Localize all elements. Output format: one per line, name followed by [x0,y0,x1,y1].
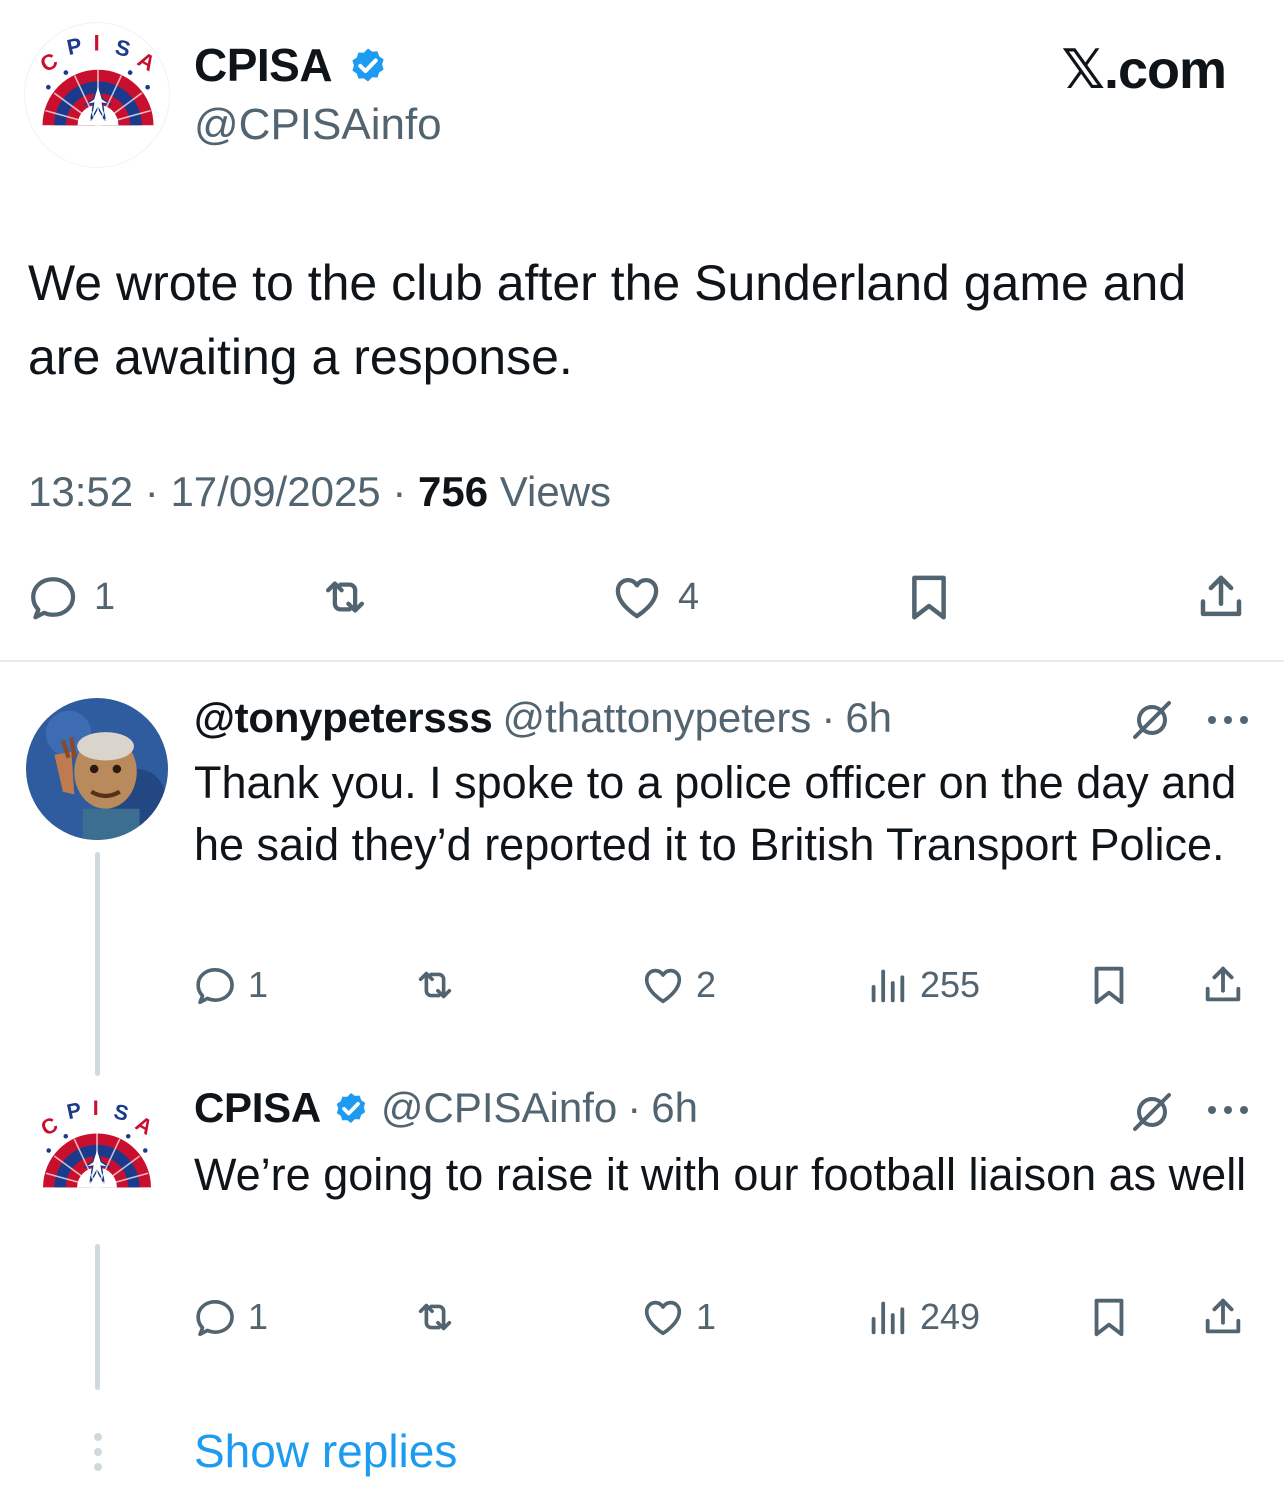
views-count: 255 [920,964,981,1005]
verified-badge-icon [346,43,390,87]
repost-button[interactable] [318,570,372,624]
svg-text:S: S [113,34,133,62]
separator: · [392,468,407,515]
reply-avatar[interactable] [26,698,168,840]
show-replies-link[interactable]: Show replies [194,1424,457,1478]
like-count: 1 [696,1296,717,1337]
author-name-row[interactable]: CPISA [194,38,390,92]
verified-badge-icon [331,1088,371,1128]
reply-header: @tonypetersss @thattonypeters · 6h [194,694,892,742]
share-icon [1200,962,1246,1008]
author-name[interactable]: CPISA [194,38,333,92]
repost-button[interactable] [412,962,458,1008]
share-button[interactable] [1200,962,1246,1008]
views-button[interactable]: 249 [864,1294,980,1340]
views-chart-icon [864,962,910,1008]
share-icon [1194,570,1248,624]
tweet-action-bar: 1 4 [0,568,1284,628]
views-chart-icon [864,1294,910,1340]
bookmark-button[interactable] [1086,1294,1132,1340]
reply-text: We’re going to raise it with our footbal… [194,1149,1247,1200]
tweet-text: We wrote to the club after the Sunderlan… [28,255,1187,385]
bookmark-icon [1086,962,1132,1008]
cpisa-logo: C P I S A [37,1096,157,1230]
reply-header: CPISA @CPISAinfo · 6h [194,1084,698,1132]
bookmark-icon [1086,1294,1132,1340]
more-options-icon[interactable] [1204,1098,1252,1122]
views-button[interactable]: 255 [864,962,980,1008]
tweet-meta: 13:52 · 17/09/2025 · 756 Views [28,468,611,516]
bookmark-button[interactable] [1086,962,1132,1008]
heart-icon [640,962,686,1008]
like-count: 4 [678,575,700,618]
reply-action-bar: 1 1 249 [0,1294,1284,1344]
divider [0,660,1284,662]
reply-author-name[interactable]: @tonypetersss [194,694,493,742]
reply-age[interactable]: 6h [651,1084,698,1132]
thread-dots-icon [94,1433,102,1471]
reply-text: Thank you. I spoke to a police officer o… [194,757,1237,870]
author-handle[interactable]: @CPISAinfo [194,100,442,150]
like-count: 2 [696,964,717,1005]
separator: · [821,694,836,741]
like-button[interactable]: 4 [610,570,699,624]
svg-text:P: P [65,1098,84,1124]
views-count: 249 [920,1296,981,1337]
reply-button[interactable]: 1 [192,962,268,1008]
svg-text:A: A [131,1111,156,1139]
share-icon [1200,1294,1246,1340]
brand-watermark: 𝕏.com [1061,40,1227,100]
reply-icon [192,1294,238,1340]
bookmark-icon [902,570,956,624]
tweet-time[interactable]: 13:52 [28,468,133,515]
svg-text:C: C [36,47,62,77]
reply-author-name[interactable]: CPISA [194,1084,321,1132]
avatar-image [26,698,168,840]
repost-icon [412,962,458,1008]
reply-count: 1 [248,964,269,1005]
separator: · [627,1084,642,1131]
svg-text:A: A [133,47,159,77]
author-avatar[interactable]: C P I S A [24,22,170,168]
like-button[interactable]: 2 [640,962,716,1008]
reply-button[interactable]: 1 [26,570,115,624]
reply-count: 1 [94,575,116,618]
svg-text:I: I [93,1096,99,1120]
share-button[interactable] [1194,570,1248,624]
reply-age[interactable]: 6h [845,694,892,742]
reply-button[interactable]: 1 [192,1294,268,1340]
grok-icon[interactable] [1128,1088,1176,1136]
more-options-icon[interactable] [1204,708,1252,732]
reply-avatar[interactable]: C P I S A [26,1088,168,1230]
reply-icon [26,570,80,624]
repost-icon [412,1294,458,1340]
views-count: 756 [418,468,489,515]
reply-count: 1 [248,1296,269,1337]
tweet-date[interactable]: 17/09/2025 [170,468,380,515]
bookmark-button[interactable] [902,570,956,624]
views-label: Views [499,468,612,515]
separator: · [144,468,159,515]
reply-author-handle[interactable]: @CPISAinfo [381,1084,617,1132]
svg-text:S: S [111,1099,131,1126]
svg-text:P: P [65,33,84,60]
like-button[interactable]: 1 [640,1294,716,1340]
repost-button[interactable] [412,1294,458,1340]
cpisa-logo: C P I S A [36,31,160,168]
grok-icon[interactable] [1128,696,1176,744]
svg-text:C: C [37,1112,62,1140]
share-button[interactable] [1200,1294,1246,1340]
heart-icon [640,1294,686,1340]
repost-icon [318,570,372,624]
reply-author-handle[interactable]: @thattonypeters [503,694,812,742]
reply-action-bar: 1 2 255 [0,962,1284,1012]
heart-icon [610,570,664,624]
svg-text:I: I [94,31,100,56]
reply-icon [192,962,238,1008]
